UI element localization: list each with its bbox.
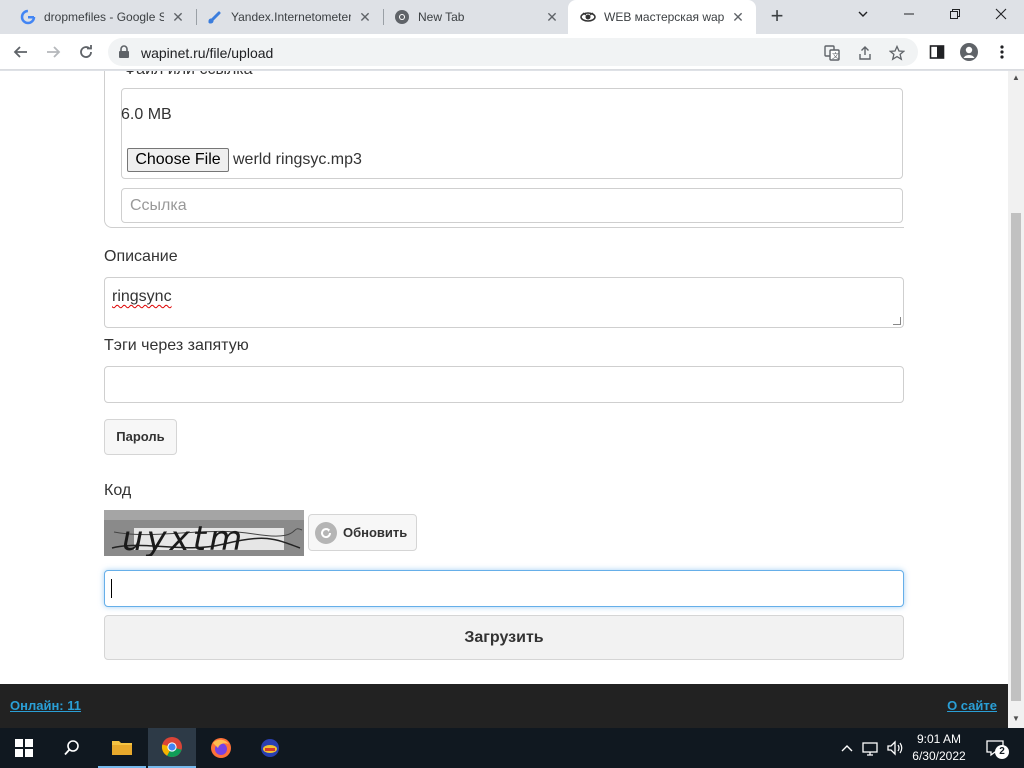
windows-taskbar: 9:01 AM 6/30/2022 2	[0, 728, 1024, 768]
file-size-text: 6.0 MB	[121, 106, 172, 123]
tab-wapinet[interactable]: WEB мастерская wapi ✕	[568, 0, 756, 34]
tray-chevron-icon[interactable]	[838, 728, 856, 768]
app-icon	[261, 739, 279, 757]
search-button[interactable]	[48, 728, 96, 768]
description-value: ringsync	[112, 288, 172, 305]
arrow-right-icon	[47, 46, 61, 58]
reload-button[interactable]	[73, 39, 99, 65]
restore-button[interactable]	[932, 0, 978, 30]
tab-title: WEB мастерская wapi	[604, 10, 724, 24]
captcha-text: uyxtm	[122, 519, 245, 556]
close-icon	[995, 8, 1007, 20]
chrome-taskbar-button[interactable]	[148, 728, 196, 768]
tab-search-button[interactable]	[840, 0, 886, 30]
upload-button[interactable]: Загрузить	[104, 615, 904, 660]
description-textarea[interactable]: ringsync	[104, 277, 904, 328]
page-scrollbar[interactable]: ▲ ▼	[1008, 71, 1024, 728]
network-icon[interactable]	[860, 728, 882, 768]
volume-icon[interactable]	[884, 728, 906, 768]
tab-dropmefiles[interactable]: dropmefiles - Google S ✕	[0, 0, 196, 34]
description-label: Описание	[104, 248, 178, 265]
side-panel-icon	[929, 45, 945, 59]
system-clock[interactable]: 9:01 AM 6/30/2022	[908, 731, 970, 765]
refresh-button-label: Обновить	[343, 525, 408, 540]
page-viewport: Файл или ссылка 6.0 MB Choose File werld…	[0, 71, 1008, 684]
close-icon[interactable]: ✕	[357, 9, 373, 25]
tab-strip: dropmefiles - Google S ✕ Yandex.Internet…	[0, 0, 1024, 34]
start-button[interactable]	[0, 728, 48, 768]
wapinet-icon	[580, 9, 596, 25]
notifications-button[interactable]: 2	[980, 728, 1010, 768]
chrome-icon	[394, 9, 410, 25]
share-icon[interactable]	[856, 44, 874, 62]
back-button[interactable]	[8, 39, 34, 65]
tab-title: Yandex.Internetometer	[231, 10, 351, 24]
url-text: wapinet.ru/file/upload	[141, 45, 274, 61]
notification-icon: 2	[985, 739, 1009, 759]
clock-time: 9:01 AM	[916, 732, 962, 746]
password-button[interactable]: Пароль	[104, 419, 177, 455]
tab-yandex-internetometer[interactable]: Yandex.Internetometer ✕	[197, 0, 383, 34]
browser-toolbar: wapinet.ru/file/upload 文	[0, 34, 1024, 70]
arrow-left-icon	[13, 46, 27, 58]
firefox-button[interactable]	[197, 728, 245, 768]
clock-date: 6/30/2022	[912, 749, 966, 763]
yandex-internetometer-icon	[207, 9, 223, 25]
app-button[interactable]	[246, 728, 294, 768]
lock-icon[interactable]	[118, 45, 130, 64]
text-caret	[111, 579, 112, 598]
side-panel-button[interactable]	[924, 39, 950, 65]
google-icon	[20, 9, 36, 25]
scroll-down-icon[interactable]: ▼	[1008, 712, 1024, 726]
start-icon	[15, 739, 33, 757]
close-icon[interactable]: ✕	[730, 9, 746, 25]
reload-icon	[80, 45, 92, 58]
tab-new-tab[interactable]: New Tab ✕	[384, 0, 570, 34]
refresh-icon	[315, 521, 337, 544]
file-explorer-button[interactable]	[98, 728, 146, 768]
captcha-image: uyxtm	[104, 510, 304, 556]
firefox-icon	[211, 738, 231, 758]
page-footer: Онлайн: 11 О сайте	[0, 684, 1008, 728]
about-link[interactable]: О сайте	[947, 698, 997, 713]
chevron-down-icon	[858, 11, 868, 17]
minimize-button[interactable]	[886, 0, 932, 30]
minimize-icon	[904, 13, 914, 15]
menu-button[interactable]	[989, 39, 1015, 65]
profile-icon	[960, 43, 978, 61]
link-input[interactable]	[121, 188, 903, 223]
svg-text:文: 文	[832, 51, 839, 60]
code-label: Код	[104, 482, 132, 499]
star-icon[interactable]	[888, 44, 906, 62]
choose-file-button[interactable]: Choose File	[127, 148, 229, 172]
file-explorer-icon	[112, 741, 132, 755]
restore-icon	[950, 9, 960, 19]
new-tab-button[interactable]: +	[764, 4, 790, 30]
selected-file-name: werld ringsyc.mp3	[233, 151, 362, 168]
tab-title: dropmefiles - Google S	[44, 10, 164, 24]
tab-title: New Tab	[418, 10, 465, 24]
file-legend: Файл или ссылка	[124, 71, 253, 79]
translate-icon[interactable]: 文	[823, 44, 841, 62]
online-count-link[interactable]: Онлайн: 11	[10, 698, 81, 713]
close-icon[interactable]: ✕	[544, 9, 560, 25]
chrome-icon	[161, 737, 182, 758]
resize-handle-icon[interactable]	[893, 317, 901, 325]
forward-button[interactable]	[40, 39, 66, 65]
scrollbar-thumb[interactable]	[1011, 213, 1021, 701]
close-window-button[interactable]	[978, 0, 1024, 30]
scroll-up-icon[interactable]: ▲	[1008, 71, 1024, 85]
search-icon	[64, 740, 79, 756]
profile-button[interactable]	[956, 39, 982, 65]
code-input[interactable]	[104, 570, 904, 607]
tags-label: Тэги через запятую	[104, 337, 249, 354]
close-icon[interactable]: ✕	[170, 9, 186, 25]
more-vert-icon	[1000, 45, 1004, 59]
notification-count-badge: 2	[995, 745, 1009, 759]
refresh-captcha-button[interactable]: Обновить	[308, 514, 417, 551]
tags-input[interactable]	[104, 366, 904, 403]
address-bar[interactable]: wapinet.ru/file/upload 文	[108, 38, 918, 66]
